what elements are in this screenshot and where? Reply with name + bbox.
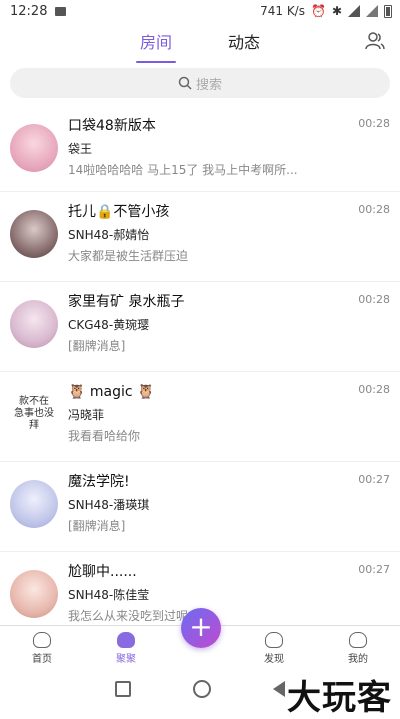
avatar — [10, 570, 58, 618]
conversation-list: 口袋48新版本 袋王 14啦哈哈哈哈 马上15了 我马上中考啊所... 00:2… — [0, 106, 400, 642]
message-preview: 我看看哈给你 — [68, 429, 141, 443]
nav-label: 聚聚 — [116, 654, 136, 665]
search-icon — [178, 76, 192, 90]
list-item[interactable]: 托儿🔒不管小孩 SNH48-郝婧怡 大家都是被生活群压迫 00:28 — [0, 192, 400, 282]
tab-moments[interactable]: 动态 — [226, 25, 262, 57]
avatar — [10, 480, 58, 528]
room-title: 尬聊中...... — [68, 564, 137, 580]
nav-mine[interactable]: 我的 — [328, 632, 388, 668]
timestamp: 00:28 — [358, 293, 390, 306]
home-button[interactable] — [193, 680, 211, 698]
alarm-icon: ⏰ — [310, 4, 326, 18]
home-icon — [33, 632, 51, 648]
contacts-icon[interactable] — [364, 31, 386, 51]
wifi-signal-icon — [348, 5, 360, 17]
message-preview: 14啦哈哈哈哈 马上15了 我马上中考啊所... — [68, 163, 298, 177]
image-notification-icon — [55, 6, 67, 16]
nav-home[interactable]: 首页 — [12, 632, 72, 668]
timestamp: 00:28 — [358, 383, 390, 396]
list-item[interactable]: 口袋48新版本 袋王 14啦哈哈哈哈 马上15了 我马上中考啊所... 00:2… — [0, 106, 400, 192]
status-time: 12:28 — [10, 3, 48, 19]
avatar: 款不在 急事也没拜 — [10, 390, 58, 438]
sender-name: CKG48-黄琬璎 — [68, 318, 150, 332]
timestamp: 00:28 — [358, 117, 390, 130]
message-preview: [翻牌消息] — [68, 339, 126, 353]
room-title: 口袋48新版本 — [68, 118, 156, 134]
mobile-signal-icon — [366, 5, 378, 17]
back-button[interactable] — [273, 681, 285, 697]
room-title: 🦉 magic 🦉 — [68, 384, 155, 400]
bluetooth-icon: ✱ — [331, 4, 342, 18]
discover-icon — [265, 632, 283, 648]
timestamp: 00:27 — [358, 563, 390, 576]
chat-bubble-icon — [117, 632, 135, 648]
avatar — [10, 300, 58, 348]
room-title: 托儿🔒不管小孩 — [68, 204, 170, 220]
list-item[interactable]: 家里有矿 泉水瓶子 CKG48-黄琬璎 [翻牌消息] 00:28 — [0, 282, 400, 372]
sender-name: SNH48-郝婧怡 — [68, 228, 150, 242]
profile-icon — [349, 632, 367, 648]
list-item[interactable]: 魔法学院! SNH48-潘瑛琪 [翻牌消息] 00:27 — [0, 462, 400, 552]
nav-discover[interactable]: 发现 — [244, 632, 304, 668]
recents-button[interactable] — [115, 681, 131, 697]
timestamp: 00:27 — [358, 473, 390, 486]
message-preview: [翻牌消息] — [68, 519, 126, 533]
battery-icon — [384, 4, 392, 18]
nav-label: 我的 — [348, 654, 368, 665]
tab-rooms[interactable]: 房间 — [135, 25, 177, 63]
add-button[interactable]: + — [181, 608, 221, 648]
room-title: 家里有矿 泉水瓶子 — [68, 294, 185, 310]
avatar — [10, 210, 58, 258]
sender-name: 冯晓菲 — [68, 408, 105, 422]
search-input[interactable]: 搜索 — [10, 68, 390, 98]
avatar — [10, 124, 58, 172]
nav-gather[interactable]: 聚聚 — [96, 632, 156, 668]
status-bar: 12:28 741 K/s ⏰ ✱ — [0, 0, 400, 22]
nav-label: 发现 — [264, 654, 284, 665]
sender-name: 袋王 — [68, 142, 93, 156]
message-preview: 大家都是被生活群压迫 — [68, 249, 189, 263]
nav-label: 首页 — [32, 654, 52, 665]
sender-name: SNH48-潘瑛琪 — [68, 498, 150, 512]
list-item[interactable]: 款不在 急事也没拜 🦉 magic 🦉 冯晓菲 我看看哈给你 00:28 — [0, 372, 400, 462]
network-speed: 741 K/s — [260, 4, 305, 18]
watermark-logo: 大玩客 — [287, 678, 392, 718]
top-tabs: 房间 动态 — [0, 22, 400, 63]
sender-name: SNH48-陈佳莹 — [68, 588, 150, 602]
message-preview: 我怎么从来没吃到过呢 — [68, 609, 189, 623]
search-placeholder: 搜索 — [195, 77, 222, 93]
room-title: 魔法学院! — [68, 474, 130, 490]
timestamp: 00:28 — [358, 203, 390, 216]
